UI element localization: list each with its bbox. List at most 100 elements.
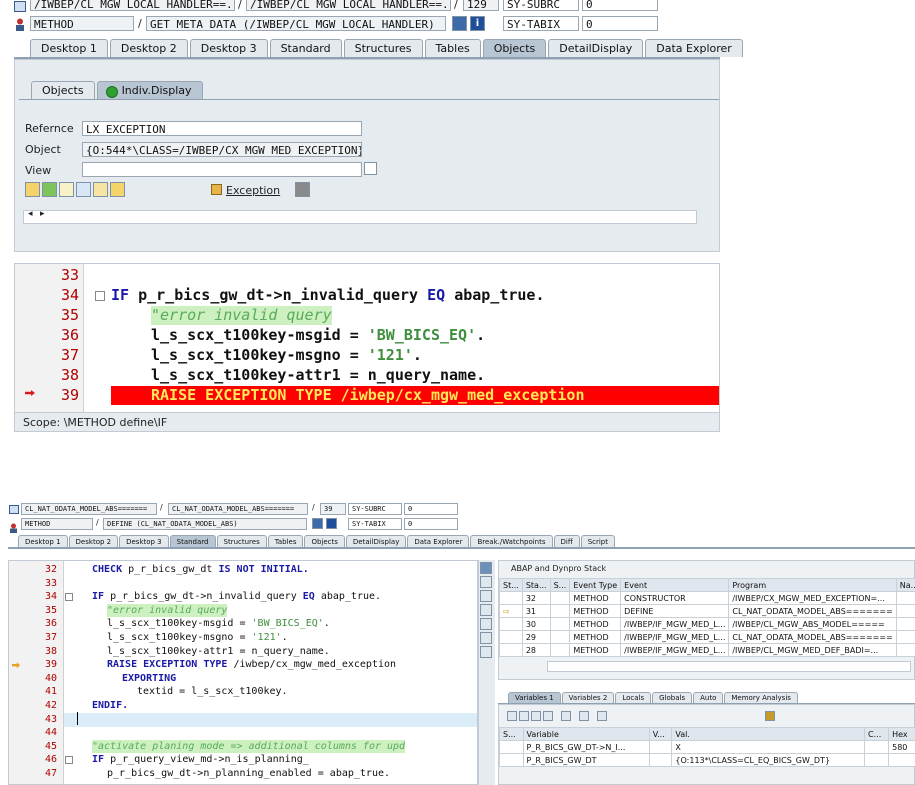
save-icon[interactable] xyxy=(765,711,775,721)
close-editor-icon[interactable] xyxy=(480,562,492,574)
table-row[interactable]: P_R_BICS_GW_DT->N_I... X 580 xyxy=(499,740,915,754)
fold-toggle-icon[interactable] xyxy=(95,291,105,301)
stack-scroller[interactable] xyxy=(547,661,911,672)
var-tool-5-icon[interactable] xyxy=(561,711,571,721)
sysvar-name-2[interactable]: SY-TABIX xyxy=(503,16,579,31)
program-field[interactable]: /IWBEP/CL_MGW_LOCAL_HANDLER==... xyxy=(30,0,235,11)
info-button[interactable] xyxy=(326,518,337,529)
sysvar-name-2[interactable]: SY-TABIX xyxy=(348,518,402,530)
table-row[interactable]: 28 METHOD/IWBEP/IF_MGW_MED_L.../IWBEP/CL_… xyxy=(499,643,915,657)
settings-icon[interactable] xyxy=(480,646,492,658)
sysvar-name-1[interactable]: SY-SUBRC xyxy=(348,503,402,515)
tab-data-explorer[interactable]: Data Explorer xyxy=(645,39,743,57)
tab-objects[interactable]: Objects xyxy=(482,39,547,57)
tab-desktop-3[interactable]: Desktop 3 xyxy=(189,39,268,57)
sysvar-value-1[interactable]: 0 xyxy=(404,503,458,515)
column-header[interactable]: Event xyxy=(620,578,730,592)
scroll-right-icon[interactable]: ▸ xyxy=(40,209,45,219)
tab-variables-2[interactable]: Variables 2 xyxy=(561,692,615,703)
column-header[interactable]: S... xyxy=(549,578,571,592)
column-header[interactable]: C... xyxy=(864,727,890,741)
program-field[interactable]: CL_NAT_ODATA_MODEL_ABS======= xyxy=(21,503,157,515)
column-header[interactable]: Sta... xyxy=(521,578,551,592)
var-tool-1-icon[interactable] xyxy=(507,711,517,721)
tab-desktop-1[interactable]: Desktop 1 xyxy=(30,39,108,57)
tab-tables[interactable]: Tables xyxy=(267,535,304,547)
tab-structures[interactable]: Structures xyxy=(216,535,267,547)
column-header[interactable]: Program xyxy=(728,578,897,592)
event-name-field[interactable]: GET_META_DATA (/IWBEP/CL_MGW_LOCAL_HANDL… xyxy=(146,16,446,31)
tab-objects[interactable]: Objects xyxy=(304,535,345,547)
fold-toggle-icon[interactable] xyxy=(65,756,73,765)
sysvar-value-1[interactable]: 0 xyxy=(582,0,658,11)
include-field[interactable]: /IWBEP/CL_MGW_LOCAL_HANDLER==... xyxy=(246,0,451,11)
include-field[interactable]: CL_NAT_ODATA_MODEL_ABS======= xyxy=(168,503,308,515)
view-value-help-button[interactable] xyxy=(364,162,377,175)
new-tool-icon[interactable] xyxy=(480,576,492,588)
line-number-field[interactable]: 129 xyxy=(463,0,499,11)
tab-memory-analysis[interactable]: Memory Analysis xyxy=(724,692,798,703)
tab-diff[interactable]: Diff xyxy=(553,535,580,547)
tab-detaildisplay[interactable]: DetailDisplay xyxy=(345,535,407,547)
display-object-button[interactable] xyxy=(312,518,323,529)
navigate-up-icon[interactable] xyxy=(76,182,91,197)
horizontal-scrollbar[interactable]: ◂ ▸ xyxy=(23,209,697,224)
tab-structures[interactable]: Structures xyxy=(343,39,423,57)
services-icon[interactable] xyxy=(480,632,492,644)
event-name-field[interactable]: DEFINE (CL_NAT_ODATA_MODEL_ABS) xyxy=(103,518,307,530)
sysvar-name-1[interactable]: SY-SUBRC xyxy=(503,0,579,11)
tab-variables-1[interactable]: Variables 1 xyxy=(508,692,561,703)
column-header[interactable]: St... xyxy=(499,578,523,592)
fold-toggle-icon[interactable] xyxy=(65,593,73,602)
filter-icon[interactable] xyxy=(110,182,125,197)
event-type-field[interactable]: METHOD xyxy=(30,16,134,31)
tab-break-watchpoints[interactable]: Break./Watchpoints xyxy=(470,535,553,547)
var-tool-7-icon[interactable] xyxy=(597,711,607,721)
exchange-icon[interactable] xyxy=(480,618,492,630)
hierarchy-icon[interactable] xyxy=(59,182,74,197)
reference-input[interactable]: LX_EXCEPTION xyxy=(82,121,362,136)
tab-desktop-3[interactable]: Desktop 3 xyxy=(119,535,169,547)
tab-locals[interactable]: Locals xyxy=(615,692,652,703)
event-type-field[interactable]: METHOD xyxy=(21,518,93,530)
line-number-field[interactable]: 39 xyxy=(320,503,346,515)
var-tool-4-icon[interactable] xyxy=(543,711,553,721)
table-row[interactable]: 30 METHOD/IWBEP/IF_MGW_MED_L.../IWBEP/CL_… xyxy=(499,617,915,631)
tab-standard[interactable]: Standard xyxy=(269,39,342,57)
column-header[interactable]: Event Type xyxy=(569,578,622,592)
tab-globals[interactable]: Globals xyxy=(652,692,693,703)
tab-indiv-display[interactable]: Indiv.Display xyxy=(96,81,203,99)
column-header[interactable]: V... xyxy=(648,727,673,741)
sysvar-value-2[interactable]: 0 xyxy=(582,16,658,31)
tab-script[interactable]: Script xyxy=(580,535,615,547)
var-tool-2-icon[interactable] xyxy=(519,711,529,721)
tab-tables[interactable]: Tables xyxy=(424,39,481,57)
table-row[interactable]: 32 METHOD CONSTRUCTOR/IWBEP/CX_MGW_MED_EXC… xyxy=(499,591,915,605)
sysvar-value-2[interactable]: 0 xyxy=(404,518,458,530)
info-button[interactable]: i xyxy=(470,16,485,31)
table-row[interactable]: 29 METHOD/IWBEP/IF_MGW_MED_L... CL_NAT_ODA… xyxy=(499,630,915,644)
tab-desktop-2[interactable]: Desktop 2 xyxy=(68,535,119,547)
tab-desktop-2[interactable]: Desktop 2 xyxy=(109,39,188,57)
tab-detaildisplay[interactable]: DetailDisplay xyxy=(548,39,644,57)
export-icon[interactable] xyxy=(295,182,310,197)
view-input[interactable] xyxy=(82,162,362,177)
table-row[interactable]: ⇨ 31 METHOD DEFINE CL_NAT_ODATA_MODEL_ABS===… xyxy=(499,604,915,618)
full-screen-icon[interactable] xyxy=(480,604,492,616)
var-tool-3-icon[interactable] xyxy=(531,711,541,721)
column-header[interactable]: S... xyxy=(499,727,524,741)
scroll-left-icon[interactable]: ◂ xyxy=(28,209,33,219)
column-header[interactable]: Hex xyxy=(888,727,915,741)
column-header[interactable]: Na... xyxy=(895,578,915,592)
display-object-button[interactable] xyxy=(452,16,467,31)
tab-standard[interactable]: Standard xyxy=(169,535,216,547)
tab-data-explorer[interactable]: Data Explorer xyxy=(407,535,470,547)
change-icon[interactable] xyxy=(25,182,40,197)
exception-link[interactable]: Exception xyxy=(226,184,280,197)
column-header[interactable]: Variable xyxy=(522,727,650,741)
var-tool-6-icon[interactable] xyxy=(579,711,589,721)
column-header[interactable]: Val. xyxy=(671,727,866,741)
table-row[interactable]: P_R_BICS_GW_DT {O:113*\CLASS=CL_EQ_BICS_G… xyxy=(499,753,915,767)
tab-auto[interactable]: Auto xyxy=(693,692,724,703)
find-object-icon[interactable] xyxy=(42,182,57,197)
